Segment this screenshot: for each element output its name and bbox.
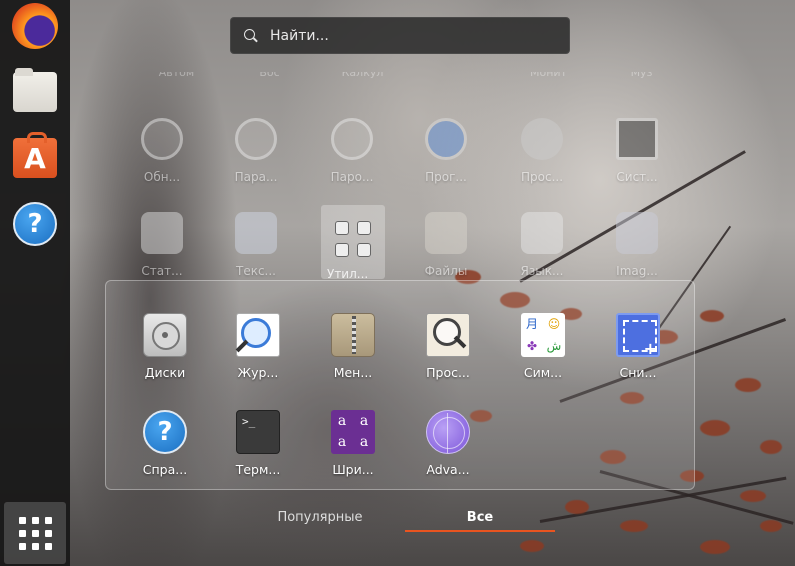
firefox-icon [12,3,58,49]
bg-app-label: Прос... [520,170,564,184]
bg-app-updater[interactable]: Обн... [122,116,202,196]
show-applications-button[interactable] [4,502,66,564]
bg-app-language[interactable]: Язык... [502,210,582,290]
app-disk-usage[interactable]: Прос... [403,313,493,403]
bg-app-files[interactable]: Файлы [406,210,486,290]
viewer-icon [521,118,563,160]
tab-active-indicator [405,530,555,532]
bg-app-label: Imag... [616,264,658,278]
bg-app-system-monitor[interactable]: Сист... [597,116,677,196]
bg-app-label: Паро... [330,170,374,184]
folder-icon [425,212,467,254]
app-archive-manager[interactable]: Мен... [308,313,398,403]
app-label: Сни... [619,365,657,380]
dock-item-firefox[interactable] [11,2,59,50]
app-label: Терм... [235,462,281,477]
advanced-network-icon [426,410,470,454]
language-icon [521,212,563,254]
updater-icon [141,118,183,160]
help-icon: ? [143,410,187,454]
folder-title: Утил... [327,267,369,281]
folder-mini-icon [357,221,371,235]
app-screenshot[interactable]: Сни... [593,313,683,403]
stats-icon [141,212,183,254]
bg-app-software[interactable]: Прог... [406,116,486,196]
app-label: Диски [144,365,186,380]
bg-app-settings[interactable]: Пара... [216,116,296,196]
characters-icon: 月 ☺ ✤ ش [521,313,565,357]
bg-app-stats[interactable]: Стат... [122,210,202,290]
logs-icon [236,313,280,357]
pencil-icon [235,212,277,254]
bg-app-label: Сист... [616,170,658,184]
app-logs[interactable]: Жур... [213,313,303,403]
terminal-icon: >_ [236,410,280,454]
app-label: Жур... [237,365,279,380]
app-label: Мен... [333,365,373,380]
bg-app-imagemagick[interactable]: Imag... [597,210,677,290]
help-icon: ? [13,202,57,246]
grid-icon [18,516,52,550]
app-label: Adva... [426,462,470,477]
app-label: Спра... [142,462,188,477]
dock-item-software[interactable]: A [11,132,59,182]
bg-top-label: Вос [259,72,280,79]
settings-icon [235,118,277,160]
bg-top-label: Монит [530,72,567,79]
bg-top-label: Автом [158,72,195,79]
dock-item-files[interactable] [11,68,59,116]
system-monitor-icon [616,118,658,160]
screenshot-icon [616,313,660,358]
app-advanced-network[interactable]: Adva... [403,410,493,500]
folder-mini-icon [335,221,349,235]
app-label: Шри... [332,462,374,477]
bg-app-label: Файлы [424,264,468,278]
background-row-top: Автом Вос Калкул Монит Муз [130,72,690,82]
bg-app-viewer[interactable]: Прос... [502,116,582,196]
bg-app-text-editor[interactable]: Текс... [216,210,296,290]
disks-icon [143,313,187,357]
bg-app-label: Стат... [141,264,183,278]
folder-panel: Диски Жур... Мен... Прос... 月 ☺ ✤ ش Сим.… [105,280,695,490]
app-disks[interactable]: Диски [120,313,210,403]
bg-app-label: Текс... [235,264,276,278]
bg-app-label: Прог... [425,170,467,184]
search-box[interactable] [230,17,570,54]
search-icon [243,28,259,44]
software-icon: A [13,132,57,178]
dock: A ? [0,0,70,566]
folder-utilities[interactable]: Утил... [321,205,385,281]
search-input[interactable] [270,27,560,44]
app-help[interactable]: ? Спра... [120,410,210,500]
tab-all[interactable]: Все [405,510,555,536]
bg-app-passwords[interactable]: Паро... [312,116,392,196]
disk-usage-icon [426,313,470,357]
app-label: Прос... [426,365,470,380]
fonts-icon: a a a a [331,410,375,454]
bg-top-label: Калкул [341,72,384,79]
app-terminal[interactable]: >_ Терм... [213,410,303,500]
passwords-icon [331,118,373,160]
app-characters[interactable]: 月 ☺ ✤ ش Сим... [498,313,588,403]
bg-top-label: Муз [630,72,653,79]
folder-mini-icon [357,243,371,257]
bg-app-label: Обн... [143,170,181,184]
bg-top-label [409,72,502,80]
bg-app-label: Язык... [520,264,564,278]
app-label: Сим... [523,365,563,380]
archive-manager-icon [331,313,375,357]
imagemagick-icon [616,212,658,254]
folder-mini-icon [335,243,349,257]
dock-item-help[interactable]: ? [11,200,59,248]
bg-app-label: Пара... [234,170,278,184]
app-fonts[interactable]: a a a a Шри... [308,410,398,500]
tab-popular[interactable]: Популярные [250,510,390,536]
software-updates-icon [425,118,467,160]
files-icon [13,68,57,112]
